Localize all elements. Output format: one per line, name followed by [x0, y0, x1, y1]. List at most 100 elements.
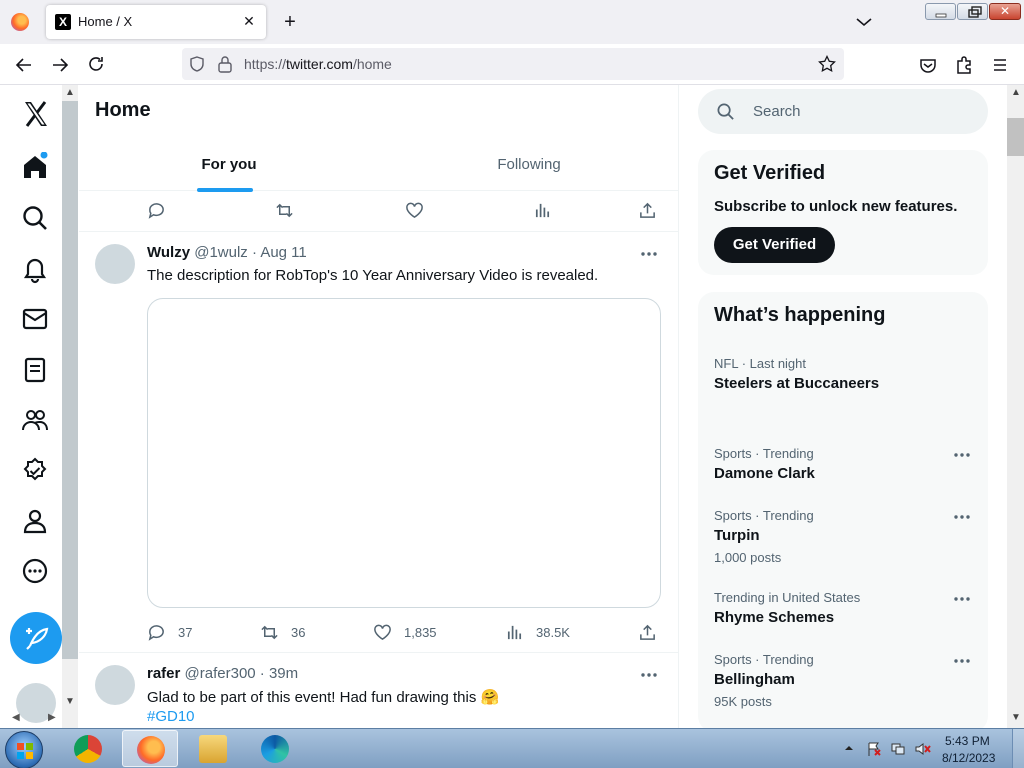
- back-arrow-icon[interactable]: [11, 52, 37, 78]
- clock-date[interactable]: 8/12/2023: [942, 751, 995, 765]
- url-scheme: https://: [244, 56, 287, 72]
- trend-item[interactable]: Sports · Trending Bellingham 95K posts: [698, 652, 988, 722]
- more-options-icon[interactable]: [952, 592, 972, 606]
- list-all-tabs-chevron-icon[interactable]: [852, 10, 876, 34]
- tab-close-icon[interactable]: ✕: [238, 10, 260, 32]
- get-verified-card: Get Verified Subscribe to unlock new fea…: [698, 150, 988, 275]
- url-bar[interactable]: https://twitter.com/home: [182, 48, 844, 80]
- communities-icon[interactable]: [20, 405, 50, 435]
- more-circle-icon[interactable]: [20, 556, 50, 586]
- action-center-flag-icon[interactable]: [866, 741, 882, 757]
- page-scrollbar-thumb[interactable]: [1007, 118, 1024, 156]
- volume-muted-icon[interactable]: [914, 741, 932, 757]
- retweet-count: 36: [291, 624, 306, 640]
- like-button[interactable]: 1,835: [373, 621, 437, 643]
- share-button[interactable]: [638, 621, 657, 643]
- reload-icon[interactable]: [83, 52, 109, 78]
- whats-happening-card: What’s happening NFL · Last night Steele…: [698, 292, 988, 732]
- trend-item[interactable]: NFL · Last night Steelers at Buccaneers: [698, 356, 988, 426]
- more-options-icon[interactable]: [952, 448, 972, 462]
- window-close-button[interactable]: ✕: [989, 3, 1021, 20]
- like-heart-icon[interactable]: [405, 199, 424, 221]
- tweet-author-avatar[interactable]: [95, 665, 135, 705]
- trend-item[interactable]: Sports · Trending Turpin 1,000 posts: [698, 508, 988, 578]
- network-icon[interactable]: [890, 741, 906, 757]
- tweet-author-avatar[interactable]: [95, 244, 135, 284]
- more-options-icon[interactable]: [639, 246, 659, 262]
- reply-icon[interactable]: [147, 199, 166, 221]
- x-logo-icon[interactable]: [21, 99, 51, 129]
- scroll-down-arrow-icon[interactable]: ▼: [65, 696, 75, 707]
- more-options-icon[interactable]: [639, 667, 659, 683]
- lists-icon[interactable]: [20, 355, 50, 385]
- taskbar-chrome[interactable]: [60, 730, 116, 767]
- profile-icon[interactable]: [20, 506, 50, 536]
- tweet-handle-time[interactable]: @rafer300 · 39m: [185, 665, 299, 682]
- firefox-icon[interactable]: [11, 13, 29, 31]
- page-scrollbar[interactable]: ▲ ▼: [1007, 85, 1024, 728]
- reply-count: 37: [178, 624, 193, 640]
- compose-post-button[interactable]: [10, 612, 62, 664]
- taskbar-edge[interactable]: [247, 730, 303, 767]
- tweet-handle-time[interactable]: @1wulz · Aug 11: [194, 244, 307, 261]
- window-minimize-button[interactable]: [925, 3, 956, 20]
- browser-tab-home[interactable]: X Home / X ✕: [46, 5, 266, 39]
- tab-following[interactable]: Following: [379, 138, 678, 191]
- left-scrollbar-thumb[interactable]: [62, 101, 78, 659]
- url-text[interactable]: https://twitter.com/home: [244, 56, 392, 72]
- search-icon: [717, 103, 734, 120]
- messages-envelope-icon[interactable]: [20, 304, 50, 334]
- tab-for-you[interactable]: For you: [79, 138, 379, 191]
- start-button[interactable]: [5, 731, 43, 768]
- clock-time[interactable]: 5:43 PM: [945, 734, 990, 748]
- tweet-author-name[interactable]: Wulzy: [147, 244, 190, 261]
- show-desktop-button[interactable]: [1012, 729, 1024, 768]
- new-tab-button[interactable]: +: [278, 10, 302, 34]
- taskbar-file-explorer[interactable]: [185, 730, 241, 767]
- retweet-button[interactable]: 36: [260, 621, 305, 643]
- tweet-media[interactable]: [147, 298, 661, 608]
- scroll-down-arrow-icon[interactable]: ▼: [1011, 712, 1021, 723]
- lock-icon[interactable]: [217, 55, 233, 73]
- search-input[interactable]: [753, 89, 973, 134]
- notifications-bell-icon[interactable]: [20, 254, 50, 284]
- trend-item[interactable]: Sports · Trending Damone Clark: [698, 446, 988, 498]
- twitter-left-nav: ◀ ▶: [0, 85, 62, 728]
- views-chart-icon[interactable]: [533, 199, 552, 221]
- taskbar-firefox[interactable]: [122, 730, 178, 767]
- trend-name: Bellingham: [714, 671, 795, 688]
- bookmark-star-icon[interactable]: [818, 55, 836, 73]
- more-options-icon[interactable]: [952, 510, 972, 524]
- forward-arrow-icon[interactable]: [47, 52, 73, 78]
- trend-post-count: 95K posts: [714, 694, 772, 709]
- show-hidden-icons-icon[interactable]: [843, 742, 855, 754]
- retweet-icon[interactable]: [275, 199, 294, 221]
- pocket-icon[interactable]: [915, 52, 941, 78]
- views-button[interactable]: 38.5K: [505, 621, 570, 643]
- shield-icon[interactable]: [188, 55, 206, 73]
- trend-category: NFL · Last night: [714, 356, 807, 371]
- verified-badge-icon[interactable]: [20, 456, 50, 486]
- scroll-up-arrow-icon[interactable]: ▲: [65, 87, 75, 98]
- tweet[interactable]: Wulzy @1wulz · Aug 11 The description fo…: [79, 231, 678, 652]
- get-verified-button[interactable]: Get Verified: [714, 227, 835, 263]
- scroll-right-arrow-icon[interactable]: ▶: [48, 712, 56, 723]
- scroll-left-arrow-icon[interactable]: ◀: [12, 712, 20, 723]
- tweet-author-name[interactable]: rafer: [147, 665, 180, 682]
- edge-icon: [261, 735, 289, 763]
- share-icon[interactable]: [638, 199, 657, 221]
- scroll-up-arrow-icon[interactable]: ▲: [1011, 87, 1021, 98]
- trend-item[interactable]: Trending in United States Rhyme Schemes: [698, 590, 988, 642]
- tweet[interactable]: rafer @rafer300 · 39m Glad to be part of…: [79, 652, 678, 728]
- extensions-puzzle-icon[interactable]: [951, 52, 977, 78]
- reply-button[interactable]: 37: [147, 621, 192, 643]
- app-menu-icon[interactable]: [987, 52, 1013, 78]
- window-restore-button[interactable]: [957, 3, 988, 20]
- windows-logo-icon: [17, 743, 33, 759]
- more-options-icon[interactable]: [952, 654, 972, 668]
- explore-search-icon[interactable]: [20, 203, 50, 233]
- search-box[interactable]: [698, 89, 988, 134]
- left-scrollbar[interactable]: ▲ ▼: [62, 85, 78, 728]
- tweet-hashtag-link[interactable]: #GD10: [147, 708, 195, 725]
- home-icon[interactable]: [20, 152, 50, 182]
